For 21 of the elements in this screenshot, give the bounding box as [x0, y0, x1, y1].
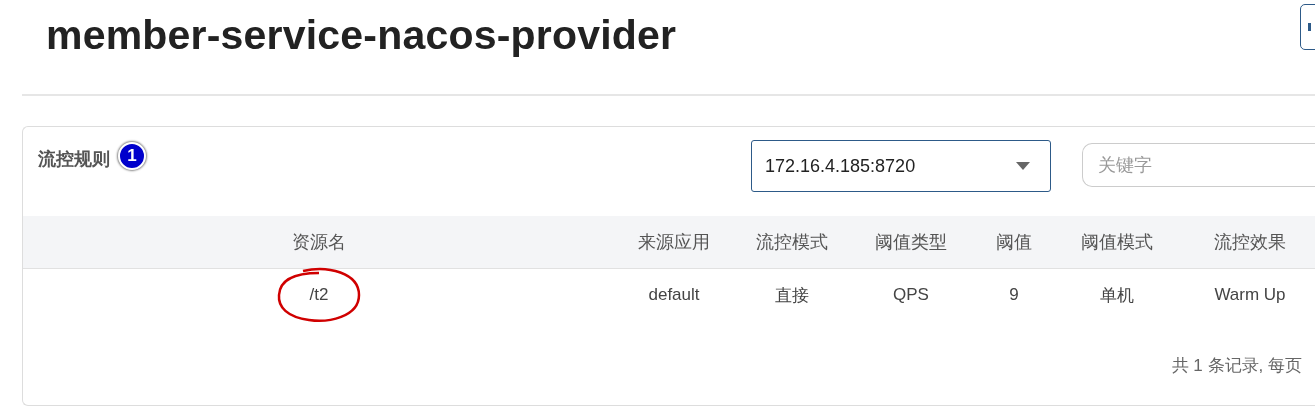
column-header: 流控效果	[1213, 231, 1287, 254]
column-header: 流控模式	[755, 231, 829, 254]
machine-select[interactable]: 172.16.4.185:8720	[751, 140, 1051, 192]
table-cell: Warm Up	[1214, 285, 1286, 305]
column-header: 阈值模式	[1080, 231, 1154, 254]
table-cell: default	[648, 285, 700, 305]
page-title: member-service-nacos-provider	[46, 12, 677, 59]
table-cell: QPS	[893, 285, 929, 305]
table-cell-text: 直接	[775, 284, 809, 307]
column-header: 阈值	[995, 231, 1033, 254]
table-cell-text: 单机	[1100, 284, 1134, 307]
column-header: 阈值类型	[874, 231, 948, 254]
table-cell: /t2	[309, 285, 329, 305]
card-title: 流控规则	[38, 148, 110, 171]
pagination-summary: 共 1 条记录, 每页	[1171, 355, 1302, 377]
column-header: 资源名	[291, 231, 347, 254]
search-field[interactable]: 关键字	[1082, 143, 1315, 187]
caret-icon	[1016, 162, 1030, 170]
step-marker: 1	[118, 142, 146, 170]
column-header: 来源应用	[637, 231, 711, 254]
table-cell: 9	[1009, 285, 1019, 305]
